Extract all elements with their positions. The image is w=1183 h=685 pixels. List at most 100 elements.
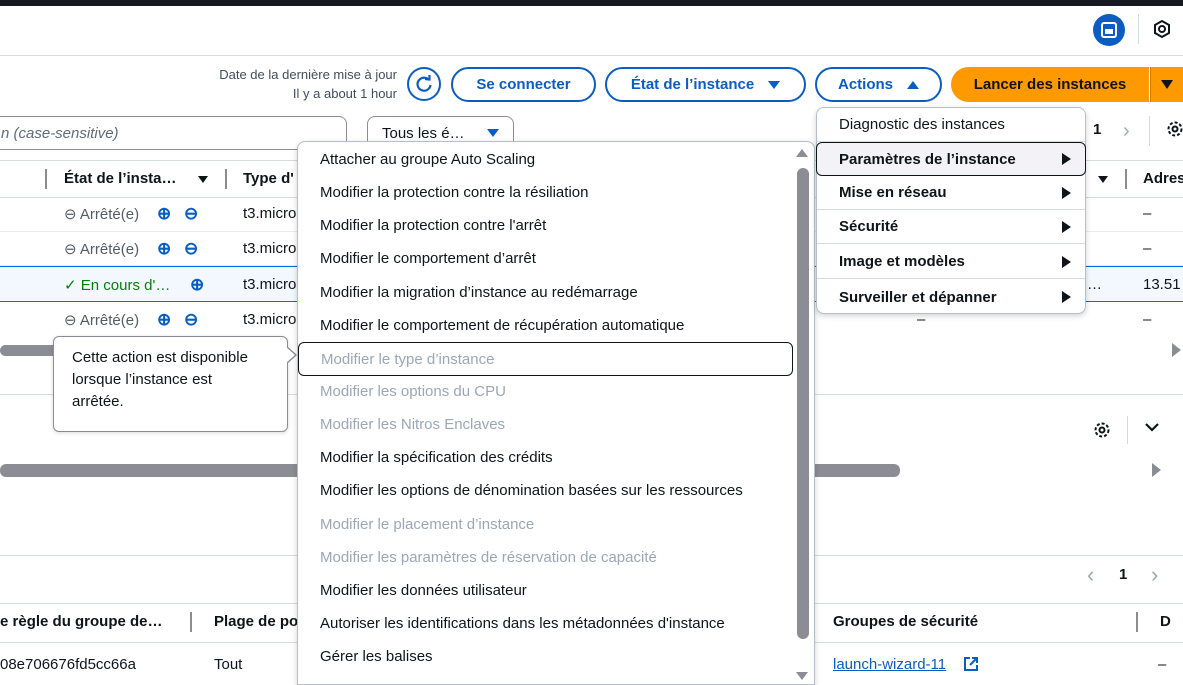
tooltip-line: arrêtée. [72,393,124,410]
prev-page-icon[interactable]: ‹ [1087,562,1094,588]
column-header-last[interactable]: D [1160,613,1171,630]
zoom-out-icon[interactable]: ⊖ [184,310,198,330]
menu-item-security[interactable]: Sécurité [817,210,1085,244]
next-page-icon[interactable]: › [1123,120,1130,143]
status-stopped: ⊖ Arrêté(e) [64,206,140,223]
column-header-address[interactable]: Adres [1143,170,1183,187]
connect-button[interactable]: Se connecter [451,67,596,102]
menu-item-nitro-enclaves[interactable]: Modifier les Nitros Enclaves [298,408,505,441]
menu-item-metadata-tags[interactable]: Autoriser les identifications dans les m… [298,607,725,640]
top-nav-bar [0,0,1183,6]
vertical-scrollbar[interactable] [797,168,809,639]
instance-type: t3.micro [243,276,297,293]
security-group-label: launch-wizard-11 [833,656,947,673]
column-header-type[interactable]: Type d' [243,170,294,187]
gear-icon[interactable] [1092,420,1112,440]
external-link-icon[interactable] [963,656,979,672]
actions-menu: Diagnostic des instances Paramètres de l… [816,107,1086,314]
column-separator [190,612,192,632]
lower-page-number[interactable]: 1 [1119,566,1127,583]
menu-item-reboot-migration[interactable]: Modifier la migration d’instance au redé… [298,276,638,309]
submenu-arrow-icon [1062,256,1071,268]
column-separator [225,169,227,189]
status-label: En cours d'… [80,277,171,294]
instance-type: t3.micro [243,205,297,222]
tooltip-line: lorsque l’instance est [72,371,213,388]
refresh-icon [416,75,432,92]
divider [1138,14,1139,44]
caret-down-icon [1160,80,1173,89]
column-header-security-groups[interactable]: Groupes de sécurité [833,613,978,630]
menu-item-capacity-reservation[interactable]: Modifier les paramètres de réservation d… [298,541,657,574]
zoom-in-icon[interactable]: ⊕ [190,275,204,295]
status-running: ✓ En cours d'… [64,277,171,294]
sort-icon[interactable] [1098,176,1108,183]
menu-item-label: Surveiller et dépanner [839,288,997,306]
last-update-label: Date de la dernière mise à jour [219,67,397,82]
sort-icon[interactable] [198,176,208,183]
chevron-down-icon[interactable] [1143,418,1161,436]
last-col-cell: – [1158,656,1167,673]
submenu-arrow-icon [1062,153,1071,165]
menu-item-label: Diagnostic des instances [839,116,1005,133]
menu-item-auto-scaling[interactable]: Attacher au groupe Auto Scaling [298,143,535,176]
launch-instances-button[interactable]: Lancer des instances [951,67,1149,102]
tooltip-line: Cette action est disponible [72,349,248,366]
instance-type: t3.micro [243,311,297,328]
column-header-port-range[interactable]: Plage de po [214,613,298,630]
port-range-cell: Tout [214,656,243,673]
next-page-icon[interactable]: › [1151,562,1158,588]
menu-item-credit-specification[interactable]: Modifier la spécification des crédits [298,441,553,474]
rule-id-cell: 08e706676fd5cc66a [0,656,136,673]
column-separator [45,169,47,189]
menu-item-cpu-options[interactable]: Modifier les options du CPU [298,375,506,408]
caret-up-icon [907,80,919,89]
menu-item-networking[interactable]: Mise en réseau [817,176,1085,210]
actions-button[interactable]: Actions [815,67,942,102]
panel-toggle-icon[interactable] [1093,14,1125,46]
zoom-out-icon[interactable]: ⊖ [184,204,198,224]
menu-item-instance-placement[interactable]: Modifier le placement d’instance [298,508,534,541]
menu-item-manage-tags[interactable]: Gérer les balises [298,640,433,673]
menu-item-change-instance-type[interactable]: Modifier le type d’instance [298,342,793,376]
column-header-state[interactable]: État de l’insta… [64,170,177,187]
menu-item-auto-recovery[interactable]: Modifier le comportement de récupération… [298,309,684,342]
scroll-right-icon[interactable] [1152,463,1161,477]
menu-item-resource-naming[interactable]: Modifier les options de dénomination bas… [298,474,743,507]
menu-item-shutdown-behavior[interactable]: Modifier le comportement d’arrêt [298,242,536,275]
zoom-out-icon[interactable]: ⊖ [184,239,198,259]
page-number[interactable]: 1 [1093,121,1101,138]
menu-item-user-data[interactable]: Modifier les données utilisateur [298,574,527,607]
menu-item-termination-protection[interactable]: Modifier la protection contre la résilia… [298,176,588,209]
menu-item-instance-diagnostics[interactable]: Diagnostic des instances [817,108,1085,142]
security-group-link[interactable]: launch-wizard-11 [833,656,946,673]
status-label: Arrêté(e) [79,206,140,223]
scroll-up-icon[interactable] [796,149,808,157]
refresh-button[interactable] [407,67,441,101]
zoom-in-icon[interactable]: ⊕ [157,239,171,259]
tooltip-arrow-fill [286,347,295,363]
zoom-in-icon[interactable]: ⊕ [157,204,171,224]
menu-item-label: Sécurité [839,218,899,235]
column-header-rule-id[interactable]: e règle du groupe de… [0,613,163,630]
column-separator [1125,169,1127,189]
settings-hex-icon[interactable] [1152,19,1172,39]
submenu-arrow-icon [1062,187,1071,199]
scroll-right-icon[interactable] [1172,343,1181,357]
submenu-arrow-icon [1062,291,1071,303]
menu-item-label: Mise en réseau [839,184,947,201]
launch-dropdown-button[interactable] [1150,67,1183,102]
zoom-in-icon[interactable]: ⊕ [157,310,171,330]
column-separator [1136,612,1138,632]
instance-state-button[interactable]: État de l’instance [605,67,806,102]
scroll-down-icon[interactable] [796,672,808,680]
search-input[interactable]: n (case-sensitive) [0,116,347,150]
gear-icon[interactable] [1165,119,1183,139]
menu-item-stop-protection[interactable]: Modifier la protection contre l'arrêt [298,209,546,242]
menu-item-image-templates[interactable]: Image et modèles [817,245,1085,279]
submenu-arrow-icon [1062,221,1071,233]
menu-item-instance-settings[interactable]: Paramètres de l’instance [816,142,1086,176]
address: – [1143,205,1152,222]
divider [1127,416,1128,444]
menu-item-monitor-troubleshoot[interactable]: Surveiller et dépanner [817,280,1085,314]
